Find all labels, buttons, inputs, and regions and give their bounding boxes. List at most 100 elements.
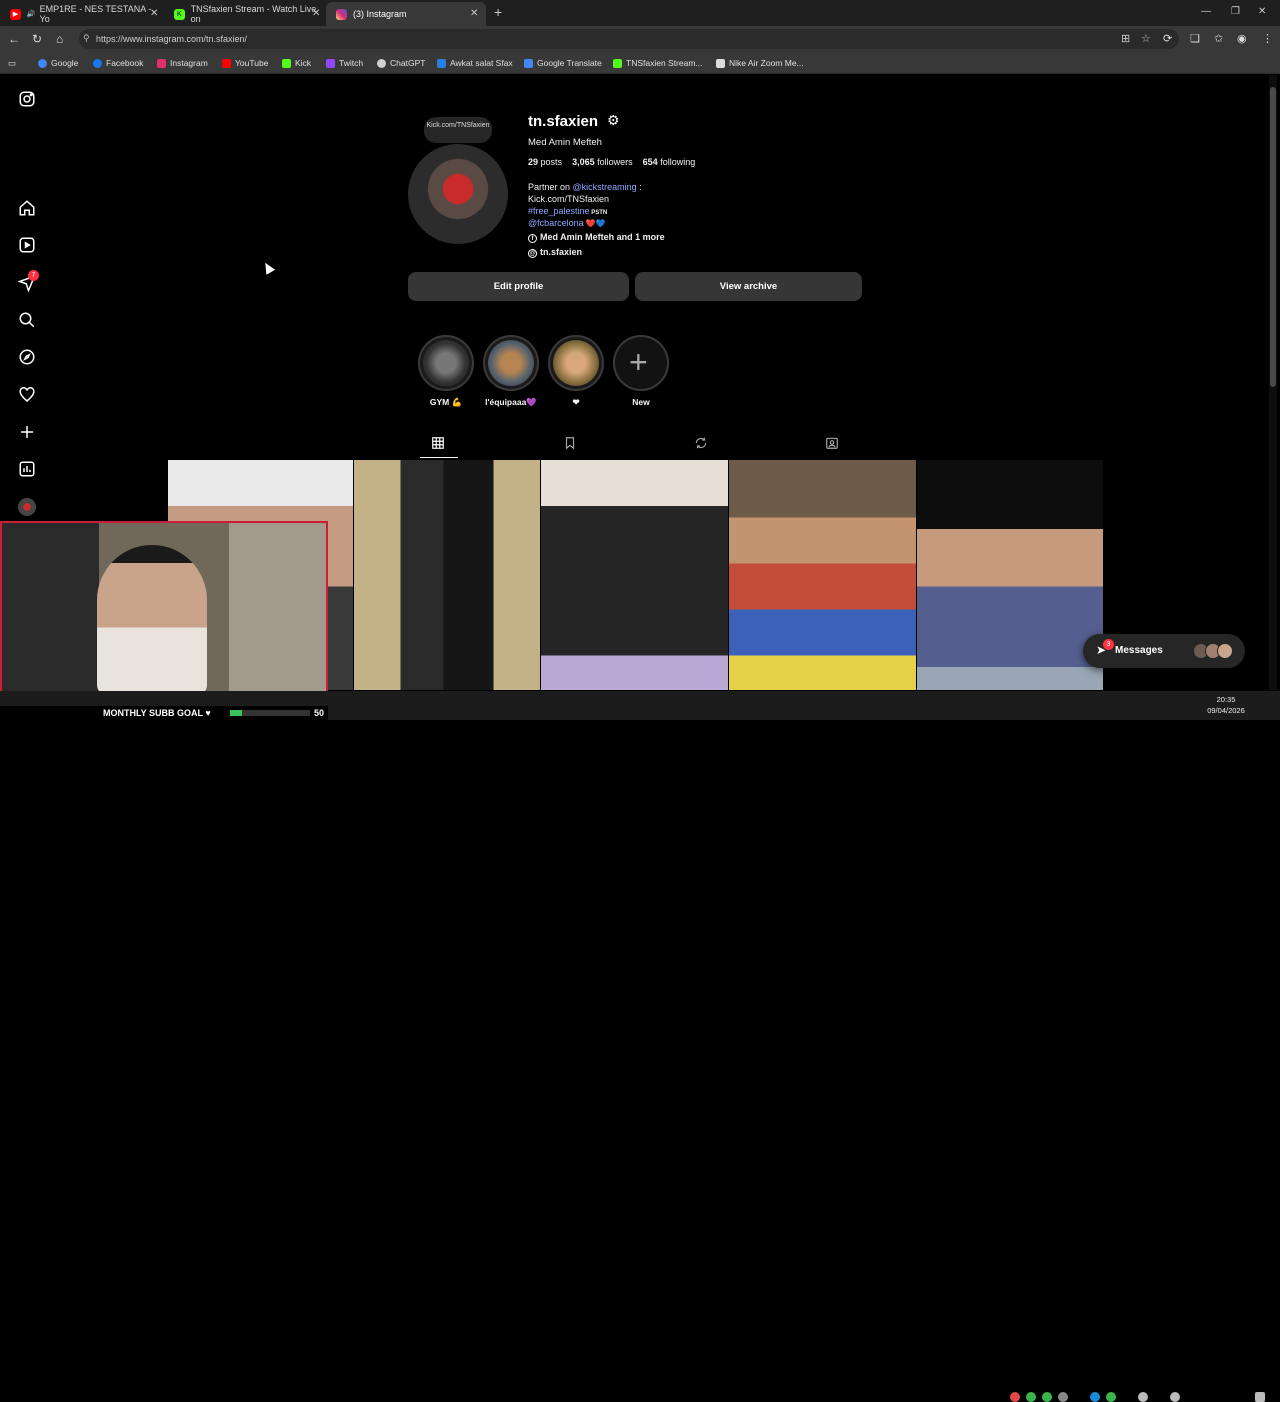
heart-icon[interactable]: [18, 386, 36, 404]
notifications-icon[interactable]: [1255, 1392, 1265, 1402]
post-thumbnail[interactable]: [729, 460, 916, 690]
bookmark-kick[interactable]: Kick: [282, 58, 311, 68]
messages-floating-button[interactable]: ➤ 3 Messages: [1083, 634, 1245, 668]
posts-grid-tab-icon[interactable]: [431, 436, 445, 450]
bookmark-nike[interactable]: Nike Air Zoom Me...: [716, 58, 804, 68]
post-thumbnail[interactable]: [917, 460, 1103, 690]
bio-facebook-text: Med Amin Mefteh and 1 more: [540, 232, 665, 242]
profile-note-bubble[interactable]: Kick.com/TNSfaxien: [424, 117, 492, 143]
edit-profile-button[interactable]: Edit profile: [408, 272, 629, 301]
messages-label: Messages: [1115, 645, 1163, 656]
bio-line-club: @fcbarcelona ❤️💙: [528, 218, 606, 228]
tab-youtube[interactable]: ▶ 🔊 EMP1RE - NES TESTANA - Yo ✕: [0, 2, 162, 26]
posts-count: 29: [528, 157, 539, 167]
bookmark-chatgpt[interactable]: ChatGPT: [377, 58, 425, 68]
bookmark-tnsfaxien-stream[interactable]: TNSfaxien Stream...: [613, 58, 703, 68]
instagram-icon: [336, 8, 347, 20]
youtube-icon: [222, 58, 231, 68]
bookmark-instagram[interactable]: Instagram: [157, 58, 208, 68]
favorite-star-icon[interactable]: ☆: [1141, 32, 1151, 45]
bookmark-google[interactable]: Google: [38, 58, 78, 68]
bio-mention-link[interactable]: @fcbarcelona: [528, 218, 584, 228]
reading-list-icon[interactable]: ▭: [8, 58, 16, 69]
prayer-times-icon: [437, 58, 446, 68]
new-tab-button[interactable]: +: [494, 4, 502, 20]
view-archive-button[interactable]: View archive: [635, 272, 862, 301]
home-button[interactable]: ⌂: [56, 32, 63, 46]
reload-button[interactable]: ↻: [32, 32, 42, 46]
bookmark-label: Google: [51, 58, 79, 68]
site-info-icon[interactable]: ⚲: [83, 33, 90, 44]
bio-mention-link[interactable]: @kickstreaming: [573, 182, 637, 192]
tray-icon[interactable]: [1058, 1392, 1068, 1402]
bookmark-google-translate[interactable]: Google Translate: [524, 58, 602, 68]
profile-avatar[interactable]: [408, 144, 508, 244]
bio-hashtag-link[interactable]: #free_palestine: [528, 206, 590, 216]
tab-kick[interactable]: K TNSfaxien Stream - Watch Live on ✕: [164, 2, 324, 26]
instagram-logo-icon[interactable]: [18, 90, 36, 108]
profile-avatar-icon[interactable]: [18, 498, 36, 516]
close-icon[interactable]: ✕: [312, 8, 320, 19]
favorites-icon[interactable]: ✩: [1214, 32, 1223, 45]
create-plus-icon[interactable]: [18, 423, 36, 441]
page-scrollbar[interactable]: [1269, 75, 1277, 690]
saved-tab-icon[interactable]: [563, 436, 577, 450]
post-thumbnail[interactable]: [354, 460, 540, 690]
highlight-heart[interactable]: [548, 335, 604, 391]
tray-icon[interactable]: [1042, 1392, 1052, 1402]
home-icon[interactable]: [18, 199, 36, 217]
extensions-icon[interactable]: ⟳: [1163, 32, 1172, 45]
bio-line-partner: Partner on @kickstreaming :: [528, 182, 642, 192]
followers-stat[interactable]: 3,065 followers: [572, 157, 633, 167]
browser-tab-bar: ▶ 🔊 EMP1RE - NES TESTANA - Yo ✕ K TNSfax…: [0, 0, 1280, 26]
tagged-tab-icon[interactable]: [825, 436, 839, 450]
back-button[interactable]: ←: [8, 32, 20, 46]
posts-label: posts: [540, 157, 563, 167]
microphone-icon[interactable]: [1138, 1392, 1148, 1402]
bookmark-awkat-salat[interactable]: Awkat salat Sfax: [437, 58, 513, 68]
bio-threads-link[interactable]: @ tn.sfaxien: [528, 247, 582, 258]
bio-emoji: ❤️💙: [583, 219, 606, 228]
instagram-icon: [157, 58, 166, 68]
bookmarks-bar: ▭ Google Facebook Instagram YouTube Kick…: [0, 52, 1280, 74]
reposts-tab-icon[interactable]: [694, 436, 708, 450]
highlight-gym[interactable]: [418, 335, 474, 391]
minimize-button[interactable]: —: [1201, 6, 1211, 17]
google-icon: [38, 58, 47, 68]
tray-icon[interactable]: [1090, 1392, 1100, 1402]
bookmark-youtube[interactable]: YouTube: [222, 58, 268, 68]
more-menu-icon[interactable]: ⋮: [1262, 32, 1273, 45]
split-screen-icon[interactable]: ❏: [1190, 32, 1200, 45]
dashboard-icon[interactable]: [18, 460, 36, 478]
post-thumbnail[interactable]: [541, 460, 728, 690]
app-available-icon[interactable]: ⊞: [1121, 32, 1130, 45]
bookmark-facebook[interactable]: Facebook: [93, 58, 143, 68]
window-close-button[interactable]: ✕: [1258, 6, 1266, 17]
twitch-icon: [326, 58, 335, 68]
highlight-new-button[interactable]: +: [613, 335, 669, 391]
reels-icon[interactable]: [18, 236, 36, 254]
close-icon[interactable]: ✕: [150, 8, 158, 19]
tray-icon[interactable]: [1106, 1392, 1116, 1402]
close-icon[interactable]: ✕: [470, 8, 478, 19]
volume-icon[interactable]: [1170, 1392, 1180, 1402]
highlight-equipe[interactable]: [483, 335, 539, 391]
maximize-button[interactable]: ❐: [1231, 6, 1240, 17]
bookmark-label: YouTube: [235, 58, 269, 68]
tray-icon[interactable]: [1026, 1392, 1036, 1402]
messages-nav-icon[interactable]: 7: [17, 270, 39, 293]
tab-instagram[interactable]: (3) Instagram ✕: [326, 2, 486, 26]
following-stat[interactable]: 654 following: [643, 157, 696, 167]
bio-facebook-link[interactable]: f Med Amin Mefteh and 1 more: [528, 232, 665, 243]
explore-icon[interactable]: [18, 348, 36, 366]
address-bar[interactable]: ⚲ https://www.instagram.com/tn.sfaxien/ …: [79, 29, 1179, 49]
bookmark-label: TNSfaxien Stream...: [626, 58, 703, 68]
profile-icon[interactable]: ◉: [1237, 32, 1247, 45]
scrollbar-thumb[interactable]: [1270, 87, 1276, 387]
settings-gear-icon[interactable]: ⚙: [607, 112, 620, 129]
tray-icon[interactable]: [1010, 1392, 1020, 1402]
search-icon[interactable]: [18, 311, 36, 329]
taskbar-clock[interactable]: 20:35 09/04/2026: [1202, 694, 1250, 716]
followers-label: followers: [597, 157, 633, 167]
bookmark-twitch[interactable]: Twitch: [326, 58, 363, 68]
